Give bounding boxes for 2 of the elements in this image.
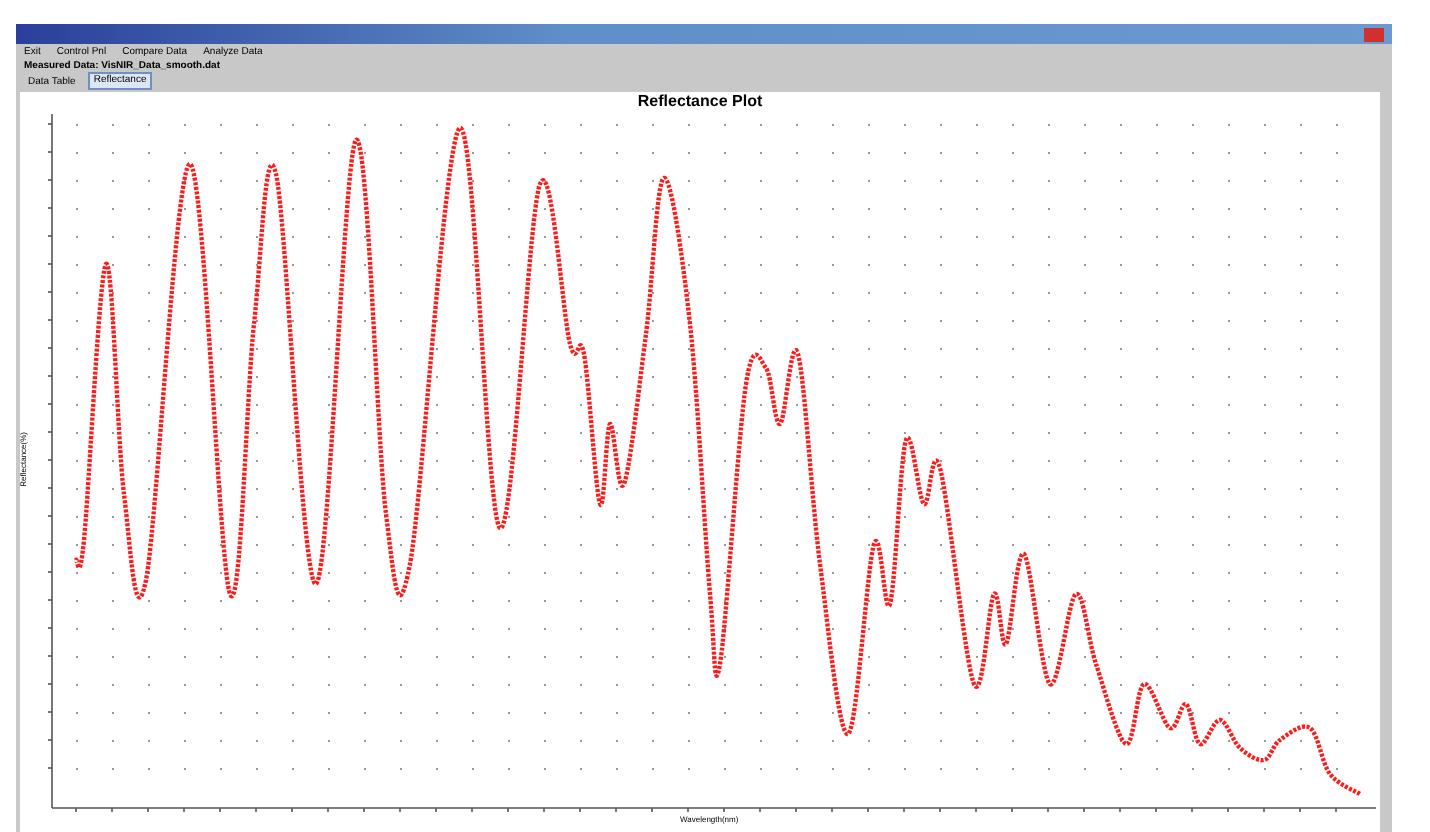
plot-title: Reflectance Plot — [637, 94, 763, 110]
close-button[interactable] — [1364, 27, 1384, 41]
